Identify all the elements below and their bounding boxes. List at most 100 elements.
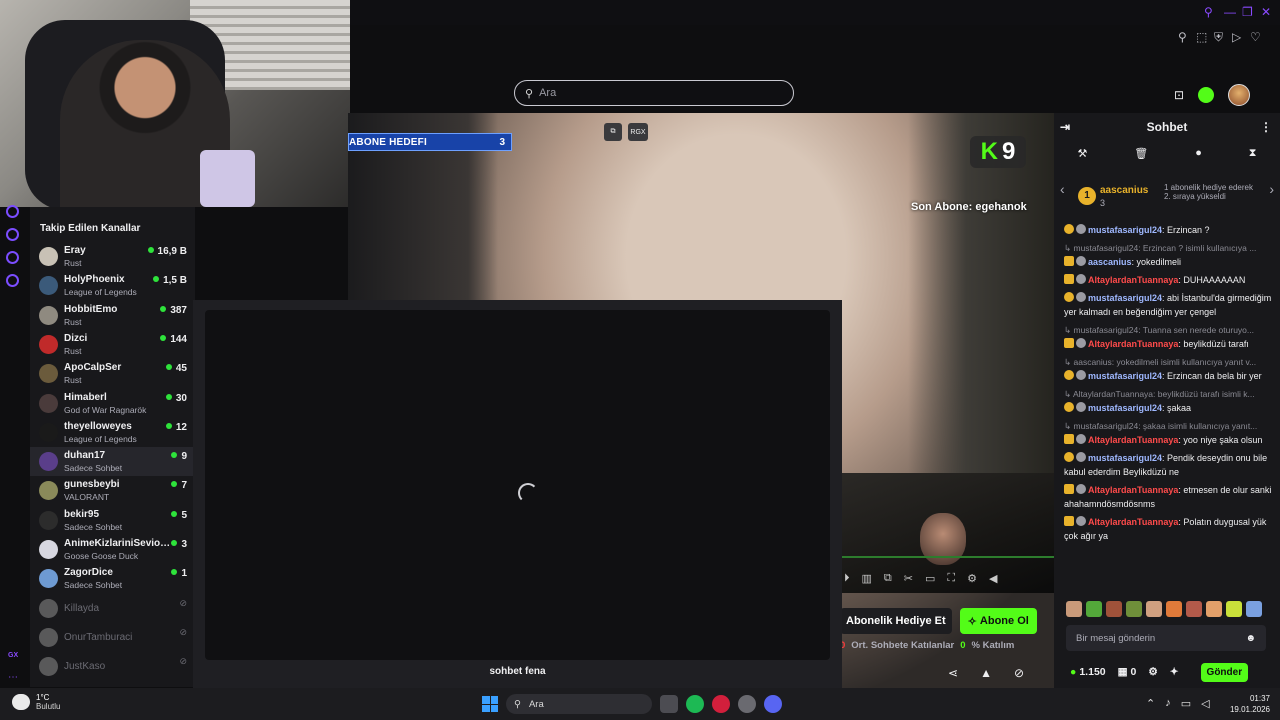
video-progress[interactable] (840, 556, 1054, 558)
taskbar-search[interactable]: ⚲ Ara (506, 694, 652, 714)
emote[interactable] (1086, 601, 1102, 617)
shield-icon[interactable]: ⛨ (1214, 30, 1223, 45)
emote[interactable] (1146, 601, 1162, 617)
discord-icon[interactable] (764, 695, 782, 713)
chat-username[interactable]: AltaylardanTuannaya (1088, 517, 1178, 527)
warning-icon[interactable]: ▲ (980, 666, 992, 680)
opera-gx-icon[interactable] (712, 695, 730, 713)
channel-item-offline[interactable]: JustKaso ⊘ (30, 652, 195, 681)
play-icon[interactable]: ⏵ (844, 572, 850, 585)
volume-icon[interactable]: ◀ (989, 572, 997, 585)
spotify-icon[interactable] (686, 695, 704, 713)
screenshot-icon[interactable]: ⬚ (1196, 30, 1207, 44)
trash-icon[interactable]: 🗑 (1134, 147, 1148, 169)
channel-item[interactable]: Eray Rust 16,9 B (30, 242, 195, 271)
chat-username[interactable]: AltaylardanTuannaya (1088, 485, 1178, 495)
channel-item[interactable]: gunesbeybi VALORANT 7 (30, 476, 195, 505)
chevron-up-icon[interactable]: ⌃ (1146, 697, 1155, 710)
gx-icon[interactable]: GX (8, 652, 18, 659)
channel-points[interactable]: 1.150 (1070, 666, 1105, 678)
chat-input[interactable]: Bir mesaj gönderin ☻ (1066, 625, 1266, 651)
chat-username[interactable]: mustafasarigul24 (1088, 371, 1162, 381)
fullscreen-icon[interactable]: ⛶ (947, 572, 955, 585)
chat-menu-icon[interactable]: ⋮ (1260, 120, 1272, 134)
hourglass-icon[interactable]: ⧗ (1249, 147, 1257, 169)
collapse-chat-icon[interactable]: ⇥ (1060, 120, 1070, 134)
prev-icon[interactable]: ‹ (1060, 181, 1065, 197)
maximize-icon[interactable]: ❐ (1242, 5, 1253, 19)
channel-item[interactable]: ApoCalpSer Rust 45 (30, 359, 195, 388)
channel-item[interactable]: HolyPhoenix League of Legends 1,5 B (30, 271, 195, 300)
channel-item[interactable]: Himaberl God of War Ragnarök 30 (30, 389, 195, 418)
send-button[interactable]: Gönder (1200, 662, 1249, 682)
play-icon[interactable]: ▷ (1232, 30, 1241, 44)
chat-username[interactable]: AltaylardanTuannaya (1088, 339, 1178, 349)
chat-username[interactable]: mustafasarigul24 (1088, 293, 1162, 303)
pin-icon[interactable]: ⚲ (1178, 30, 1187, 44)
channel-item[interactable]: theyelloweyes League of Legends 12 (30, 418, 195, 447)
chat-username[interactable]: aascanius (1088, 257, 1132, 267)
more-icon[interactable]: ⋯ (8, 672, 18, 683)
channel-item[interactable]: AnimeKizlariniSeviorum Goose Goose Duck 3 (30, 535, 195, 564)
chat-username[interactable]: AltaylardanTuannaya (1088, 435, 1178, 445)
emote[interactable] (1066, 601, 1082, 617)
clock-icon[interactable] (6, 228, 19, 241)
hide-icon[interactable]: ⊘ (1014, 666, 1024, 680)
gear-icon[interactable]: ⚙ (1148, 666, 1157, 678)
hammer-icon[interactable]: ⚒ (1077, 147, 1087, 169)
channel-item[interactable]: Dizci Rust 144 (30, 330, 195, 359)
channel-item[interactable]: HobbitEmo Rust 387 (30, 301, 195, 330)
network-icon[interactable]: ▭ (1181, 697, 1191, 710)
chat-username[interactable]: mustafasarigul24 (1088, 453, 1162, 463)
gift-box-icon[interactable]: ⊡ (1174, 88, 1184, 102)
channel-item-offline[interactable]: OnurTamburaci ⊘ (30, 623, 195, 652)
rgx-chip[interactable]: RGX (628, 123, 648, 141)
heart-icon[interactable]: ♡ (1250, 30, 1261, 44)
close-icon[interactable]: ✕ (1261, 5, 1271, 19)
emote[interactable] (1166, 601, 1182, 617)
emote[interactable] (1246, 601, 1262, 617)
download-icon[interactable] (6, 251, 19, 264)
steam-icon[interactable] (738, 695, 756, 713)
subscribe-button[interactable]: ✧ Abone Ol (959, 608, 1037, 634)
channel-item[interactable]: bekir95 Sadece Sohbet 5 (30, 506, 195, 535)
mic-icon[interactable]: ♪ (1165, 697, 1171, 710)
channel-item[interactable]: ZagorDice Sadece Sohbet 1 (30, 564, 195, 593)
minimize-icon[interactable]: — (1224, 5, 1236, 19)
emote[interactable] (1206, 601, 1222, 617)
share-icon[interactable]: ⋖ (948, 666, 958, 680)
emoji-icon[interactable]: ☻ (1245, 633, 1256, 644)
popout-icon[interactable]: ⧉ (604, 123, 622, 141)
channel-item[interactable]: duhan17 Sadece Sohbet 9 (30, 447, 195, 477)
channel-item-offline[interactable]: Killayda ⊘ (30, 594, 195, 623)
emote-menu-icon[interactable]: ✦ (1170, 666, 1179, 678)
emote[interactable] (1106, 601, 1122, 617)
file-explorer-icon[interactable] (660, 695, 678, 713)
chat-username[interactable]: mustafasarigul24 (1088, 225, 1162, 235)
user-avatar[interactable] (1228, 84, 1251, 106)
stats-icon[interactable]: ▥ (862, 572, 872, 585)
chat-username[interactable]: mustafasarigul24 (1088, 403, 1162, 413)
kick-logo-icon[interactable] (1198, 87, 1215, 103)
emote[interactable] (1226, 601, 1242, 617)
chat-username[interactable]: AltaylardanTuannaya (1088, 275, 1178, 285)
theater-icon[interactable]: ▭ (925, 572, 935, 585)
system-clock[interactable]: 01:37 19.01.2026 (1226, 693, 1270, 715)
clip-icon[interactable]: ✂ (904, 572, 913, 585)
search-input[interactable]: ⚲ Ara (514, 80, 794, 106)
gift-sub-button[interactable]: Abonelik Hediye Et (840, 608, 952, 634)
search-icon[interactable]: ⚲ (1204, 5, 1213, 19)
home-icon[interactable] (6, 205, 19, 218)
gear-icon[interactable]: ⚙ (967, 572, 977, 585)
inventory[interactable]: ▦ 0 (1118, 666, 1137, 678)
weather-widget[interactable]: 1°C Bulutlu (12, 693, 60, 711)
pip-icon[interactable]: ⧉ (884, 572, 892, 585)
gift-user[interactable]: aascanius (1100, 185, 1148, 196)
settings-icon[interactable] (6, 274, 19, 287)
emote[interactable] (1126, 601, 1142, 617)
windows-start-icon[interactable] (482, 696, 498, 712)
next-icon[interactable]: › (1269, 181, 1274, 197)
volume-icon[interactable]: ◁ (1201, 697, 1209, 710)
emote[interactable] (1186, 601, 1202, 617)
chat-bubble-icon[interactable]: ● (1195, 147, 1202, 169)
